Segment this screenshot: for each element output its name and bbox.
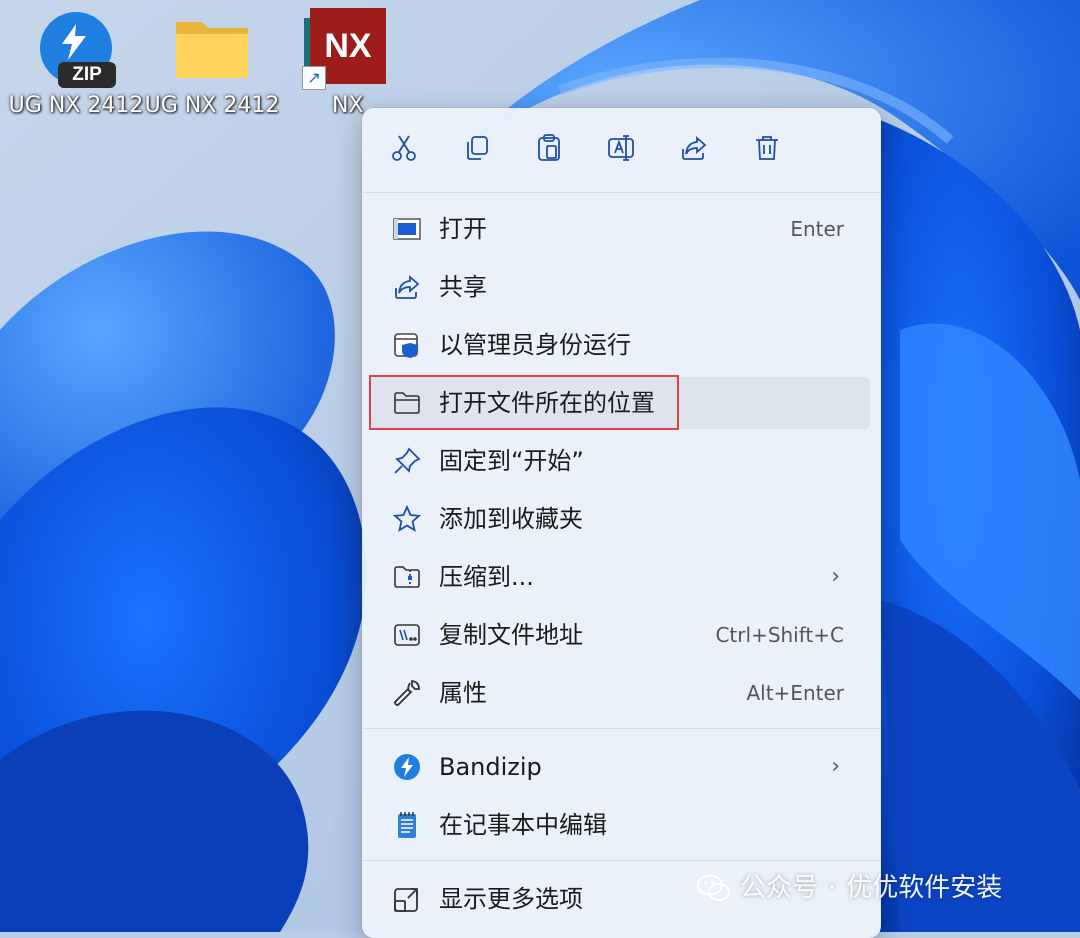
copy-path-icon [392, 621, 422, 649]
context-menu: 打开 Enter 共享 以管理员身份运行 打开文件所在的位置 固定到“开始” 添… [362, 108, 881, 938]
share-button[interactable] [674, 128, 714, 168]
paste-button[interactable] [529, 128, 569, 168]
watermark: 公众号 · 优优软件安装 [740, 872, 1002, 904]
menu-item-label: 在记事本中编辑 [439, 811, 607, 839]
menu-item-properties[interactable]: 属性 Alt+Enter [370, 667, 870, 719]
menu-item-open[interactable]: 打开 Enter [370, 203, 870, 255]
desktop-icon-label: UG NX 2412 [144, 93, 280, 118]
scissors-icon [392, 135, 416, 161]
menu-item-shortcut: Enter [790, 217, 844, 241]
menu-item-copy-file-path[interactable]: 复制文件地址 Ctrl+Shift+C [370, 609, 870, 661]
menu-item-label: 添加到收藏夹 [439, 505, 583, 533]
watermark-dot: · [828, 873, 837, 903]
nx-shortcut-icon: NX ↗ [302, 8, 386, 90]
cut-button[interactable] [384, 128, 424, 168]
share-icon [392, 273, 422, 301]
menu-item-label: 共享 [439, 273, 487, 301]
shortcut-arrow-icon: ↗ [302, 66, 326, 90]
star-icon [392, 504, 422, 533]
menu-separator [362, 728, 881, 729]
menu-item-compress-to[interactable]: 压缩到... › [370, 551, 870, 603]
watermark-text: 公众号 [740, 873, 819, 903]
copy-button[interactable] [457, 128, 497, 168]
menu-item-shortcut: Ctrl+Shift+C [715, 623, 844, 647]
menu-item-run-as-admin[interactable]: 以管理员身份运行 [370, 319, 870, 371]
clipboard-icon [538, 134, 560, 161]
copy-icon [467, 136, 488, 160]
menu-item-label: 复制文件地址 [439, 621, 583, 649]
desktop-icon-nx[interactable]: NX ↗ NX [280, 8, 400, 120]
rename-icon [608, 135, 634, 161]
context-menu-toolbar [362, 108, 881, 192]
menu-item-label: Bandizip [439, 753, 542, 781]
delete-button[interactable] [747, 128, 787, 168]
menu-item-label: 固定到“开始” [439, 447, 584, 475]
menu-item-share[interactable]: 共享 [370, 261, 870, 313]
menu-item-label: 压缩到... [439, 563, 534, 591]
desktop-icon-folder[interactable]: UG NX 2412 [144, 8, 280, 120]
menu-separator [362, 860, 881, 861]
app-window-icon [392, 215, 422, 243]
folder-open-icon [392, 389, 422, 417]
chevron-right-icon: › [831, 564, 840, 589]
share-icon [682, 136, 707, 160]
zip-folder-icon [392, 563, 422, 591]
trash-icon [756, 136, 778, 160]
watermark-account: 优优软件安装 [846, 873, 1003, 903]
menu-item-open-file-location[interactable]: 打开文件所在的位置 [370, 377, 870, 429]
chevron-right-icon: › [831, 754, 840, 779]
menu-item-pin-to-start[interactable]: 固定到“开始” [370, 435, 870, 487]
menu-item-bandizip[interactable]: Bandizip › [370, 741, 870, 793]
bandizip-icon [392, 753, 422, 781]
menu-item-shortcut: Alt+Enter [746, 681, 844, 705]
wechat-icon [697, 874, 730, 901]
menu-separator [362, 192, 881, 193]
pin-icon [392, 447, 422, 475]
menu-item-label: 属性 [439, 679, 487, 707]
folder-icon [172, 8, 252, 88]
menu-item-label: 打开 [439, 215, 487, 243]
menu-item-label: 以管理员身份运行 [439, 331, 631, 359]
desktop-icon-label: UG NX 2412 [8, 93, 144, 118]
menu-item-label: 打开文件所在的位置 [439, 389, 655, 417]
rename-button[interactable] [602, 128, 642, 168]
more-options-icon [392, 885, 422, 913]
menu-item-label: 显示更多选项 [439, 885, 583, 913]
menu-item-add-to-favorites[interactable]: 添加到收藏夹 [370, 493, 870, 545]
bandizip-zip-icon: ZIP [36, 8, 116, 88]
wrench-icon [392, 679, 422, 707]
desktop-icon-zip[interactable]: ZIP UG NX 2412 [8, 8, 144, 120]
menu-item-edit-in-notepad[interactable]: 在记事本中编辑 [370, 799, 870, 851]
notepad-icon [392, 811, 422, 839]
admin-shield-icon [392, 331, 422, 359]
